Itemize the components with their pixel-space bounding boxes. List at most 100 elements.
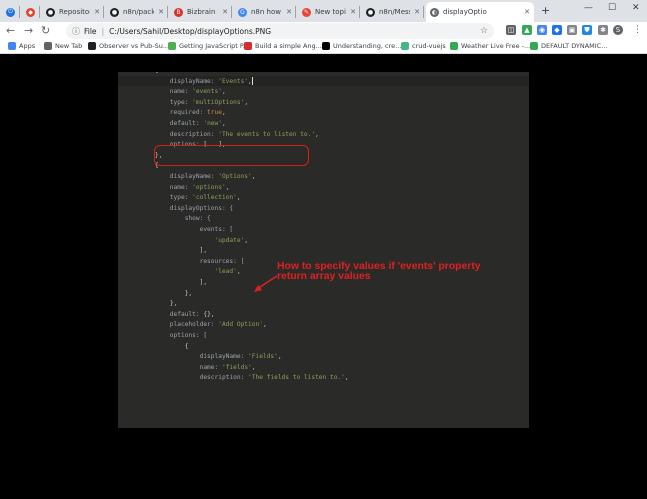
bookmark-item[interactable]: Weather Live Free -...: [450, 42, 530, 50]
tab-title: n8n/package: [123, 8, 155, 16]
forward-arrow-icon[interactable]: →: [24, 24, 33, 37]
tab-separator: [103, 6, 104, 18]
code-token: {: [140, 342, 189, 350]
tab-close-icon[interactable]: ✕: [222, 8, 228, 16]
tab[interactable]: ✎ New topics - ✕: [298, 2, 360, 22]
code-token: ,: [315, 130, 319, 138]
tab-separator: [39, 6, 40, 18]
tab-favicon-icon: ●: [366, 7, 375, 17]
extension-icon[interactable]: ▣: [567, 25, 577, 35]
code-token: displayOptions: {: [140, 204, 234, 212]
code-line: name: 'fields',: [140, 363, 256, 374]
code-line: default: {},: [140, 310, 215, 321]
code-token: default:: [140, 120, 204, 127]
bookmark-favicon-icon: [401, 42, 409, 50]
close-window-button[interactable]: ✕: [632, 3, 640, 13]
code-token: ,: [210, 310, 215, 318]
bookmark-item[interactable]: Build a simple Ang...: [244, 42, 322, 50]
code-token: ],: [140, 279, 208, 286]
code-line: },: [140, 289, 192, 300]
code-line: },: [140, 299, 177, 310]
code-token: ,: [221, 120, 226, 127]
bookmark-label: DEFAULT DYNAMIC...: [541, 42, 608, 50]
annotation-text: How to specify values if 'events' proper…: [277, 261, 481, 282]
code-line: placeholder: 'Add Option',: [140, 320, 267, 331]
bookmark-item[interactable]: Getting JavaScript P...: [168, 42, 249, 50]
extension-icon[interactable]: ◉: [537, 25, 547, 35]
avatar[interactable]: S: [613, 25, 623, 35]
extension-puzzle-icon[interactable]: ✱: [598, 25, 608, 35]
code-token: 'options': [192, 183, 226, 191]
menu-icon[interactable]: ⋮: [633, 25, 642, 35]
bookmark-favicon-icon: [450, 42, 458, 50]
code-token: 'Add Option': [218, 321, 263, 329]
shield-icon[interactable]: ⛊: [582, 25, 592, 35]
tab[interactable]: ◆: [22, 2, 40, 22]
tab-close-icon[interactable]: ✕: [524, 8, 530, 16]
code-token: name:: [140, 183, 193, 191]
bookmark-favicon-icon: [168, 42, 176, 50]
tab[interactable]: ● Repository W ✕: [42, 2, 104, 22]
bookmark-item[interactable]: crud-vuejs: [401, 42, 446, 50]
reload-icon[interactable]: ↻: [41, 24, 50, 37]
code-token: options: [: [140, 332, 208, 339]
annotation-line-2: return array values: [277, 271, 371, 282]
annotation-arrow-icon: [254, 275, 278, 292]
tab-separator: [19, 6, 20, 18]
tab[interactable]: ● n8n/Message ✕: [362, 2, 424, 22]
extension-icon[interactable]: ◆: [552, 25, 562, 35]
bookmark-item[interactable]: Observer vs Pub-Su...: [88, 42, 169, 50]
info-icon[interactable]: ⓘ: [72, 26, 80, 37]
code-line: description: 'The events to listen to.',: [140, 130, 319, 141]
code-token: },: [140, 300, 178, 308]
code-token: displayName:: [140, 353, 249, 361]
code-token: required:: [140, 109, 208, 117]
bookmark-label: Getting JavaScript P...: [179, 42, 250, 50]
bookmark-item[interactable]: Understanding, cre...: [322, 42, 401, 50]
bookmark-label: New Tab: [55, 42, 83, 50]
extension-icon[interactable]: ▲: [522, 25, 532, 35]
address-divider: |: [101, 26, 105, 36]
minimize-button[interactable]: —: [584, 3, 593, 13]
address-bar[interactable]: ⓘ File | C:/Users/Sahil/Desktop/displayO…: [66, 23, 494, 39]
code-token: ,: [251, 363, 256, 371]
code-token: placeholder:: [140, 321, 219, 329]
code-token: ,: [221, 88, 226, 96]
tab-favicon-icon: G: [238, 7, 247, 17]
code-token: resources: [: [140, 257, 245, 265]
back-arrow-icon[interactable]: ←: [6, 24, 15, 37]
code-line: 'update',: [140, 236, 249, 247]
bookmark-label: Build a simple Ang...: [255, 42, 322, 50]
tab-close-icon[interactable]: ✕: [350, 8, 356, 16]
tab-close-icon[interactable]: ✕: [94, 8, 100, 16]
code-token: 'lead': [214, 268, 237, 276]
bookmark-item[interactable]: Apps: [8, 42, 35, 50]
extension-icon[interactable]: ◫: [506, 25, 516, 35]
code-token: true: [207, 109, 222, 117]
tab[interactable]: B Bizbrain - Flo ✕: [170, 2, 232, 22]
bookmark-item[interactable]: New Tab: [44, 42, 82, 50]
tab[interactable]: ● n8n/package✕: [106, 2, 168, 22]
tab-close-icon[interactable]: ✕: [414, 8, 420, 16]
bookmark-item[interactable]: DEFAULT DYNAMIC...: [530, 42, 607, 50]
maximize-button[interactable]: ☐: [608, 3, 616, 13]
tab-favicon-icon: ✎: [302, 7, 311, 17]
code-token: ,: [225, 183, 230, 191]
tab[interactable]: ◐ displayOptio ✕: [426, 2, 534, 22]
code-token: ,: [251, 173, 256, 180]
new-tab-button[interactable]: +: [541, 4, 550, 17]
tab-separator: [295, 6, 296, 18]
tab-close-icon[interactable]: ✕: [158, 8, 164, 16]
bookmark-label: crud-vuejs: [412, 42, 446, 50]
code-token: 'The events to listen to.': [218, 130, 316, 138]
highlight-rectangle: [154, 145, 309, 166]
tab-separator: [423, 6, 424, 18]
tab[interactable]: Gn8n how to w ✕: [234, 2, 296, 22]
tab-title: displayOptio: [443, 8, 487, 16]
bookmark-star-icon[interactable]: ☆: [480, 26, 488, 36]
tab[interactable]: ⏻: [2, 2, 20, 22]
bookmark-favicon-icon: [88, 42, 96, 50]
tab-close-icon[interactable]: ✕: [286, 8, 292, 16]
